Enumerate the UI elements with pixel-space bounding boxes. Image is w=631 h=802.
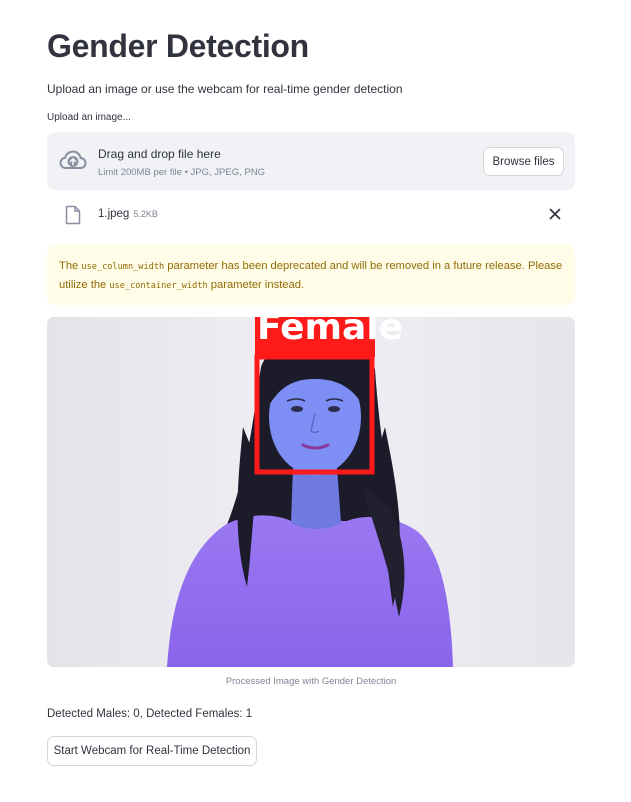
- processed-image: Female: [47, 317, 575, 667]
- close-icon[interactable]: [549, 208, 561, 220]
- uploader-label: Upload an image...: [47, 112, 131, 123]
- browse-files-button[interactable]: Browse files: [483, 147, 564, 176]
- warning-text-1: The: [59, 260, 82, 272]
- page-title: Gender Detection: [47, 28, 309, 64]
- processed-image-graphic: Female: [47, 317, 575, 667]
- sweater-shape: [167, 515, 453, 667]
- uploaded-file-row: 1.jpeg 5.2KB: [47, 202, 575, 228]
- file-dropzone[interactable]: Drag and drop file here Limit 200MB per …: [47, 132, 575, 190]
- dropzone-limit: Limit 200MB per file • JPG, JPEG, PNG: [98, 167, 265, 178]
- detection-counts: Detected Males: 0, Detected Females: 1: [47, 708, 253, 720]
- warning-code-2: use_container_width: [109, 281, 208, 291]
- dropzone-title: Drag and drop file here: [98, 147, 221, 161]
- file-icon: [65, 205, 81, 225]
- file-name-text: 1.jpeg: [98, 208, 130, 220]
- file-size: 5.2KB: [133, 209, 158, 219]
- file-name: 1.jpeg 5.2KB: [98, 208, 158, 220]
- start-webcam-button[interactable]: Start Webcam for Real-Time Detection: [47, 736, 257, 766]
- image-caption: Processed Image with Gender Detection: [225, 676, 397, 687]
- warning-text-3: parameter instead.: [207, 279, 305, 291]
- deprecation-warning: The use_column_width parameter has been …: [47, 245, 575, 305]
- detection-label: Female: [257, 317, 403, 348]
- page-subtitle: Upload an image or use the webcam for re…: [47, 82, 403, 96]
- cloud-upload-icon: [59, 150, 87, 169]
- warning-code-1: use_column_width: [81, 262, 165, 272]
